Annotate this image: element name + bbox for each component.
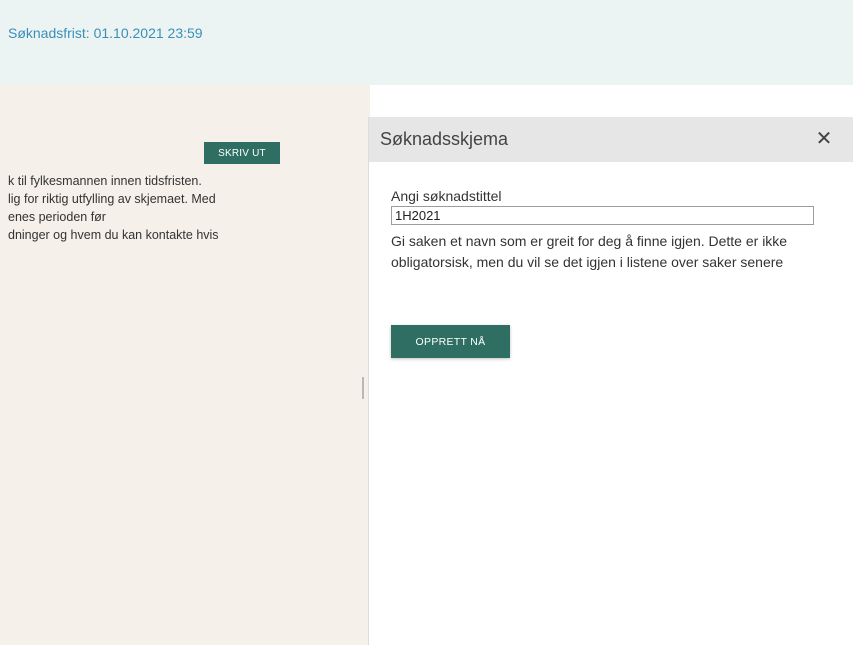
intro-text-line-4: dninger og hvem du kan kontakte hvis <box>8 228 219 242</box>
intro-text-line-3: enes perioden før <box>8 210 106 224</box>
close-icon[interactable]: ✕ <box>812 126 836 152</box>
page: Søknadsfrist: 01.10.2021 23:59 SKRIV UT … <box>0 0 853 645</box>
application-form-panel: Søknadsskjema ✕ Angi søknadstittel Gi sa… <box>368 117 853 645</box>
panel-title: Søknadsskjema <box>380 129 509 149</box>
application-title-label: Angi søknadstittel <box>391 188 502 204</box>
print-button[interactable]: SKRIV UT <box>204 142 280 164</box>
intro-text-line-2: lig for riktig utfylling av skjemaet. Me… <box>8 192 216 206</box>
application-title-help-text: Gi saken et navn som er greit for deg å … <box>391 233 788 270</box>
intro-text-line-1: k til fylkesmannen innen tidsfristen. <box>8 174 202 188</box>
panel-header: Søknadsskjema ✕ <box>369 117 853 162</box>
deadline-text: Søknadsfrist: 01.10.2021 23:59 <box>8 25 203 41</box>
create-now-button[interactable]: OPPRETT NÅ <box>391 325 510 358</box>
application-title-input[interactable] <box>391 206 814 225</box>
deadline-banner: Søknadsfrist: 01.10.2021 23:59 <box>0 0 853 85</box>
panel-resize-handle[interactable] <box>362 377 364 399</box>
application-info-area: SKRIV UT k til fylkesmannen innen tidsfr… <box>0 85 360 645</box>
